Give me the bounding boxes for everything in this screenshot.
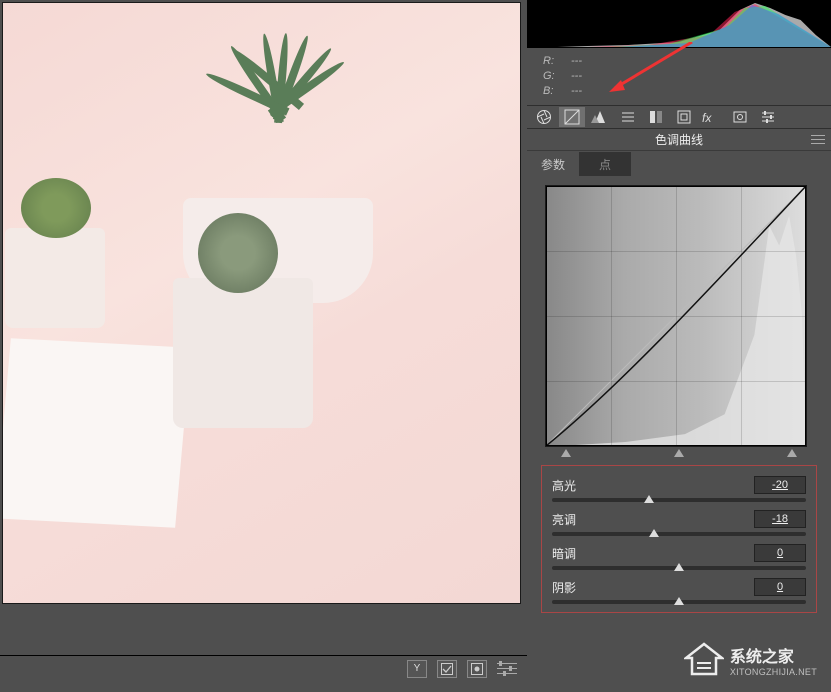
calibration-tab-icon[interactable] <box>727 107 753 127</box>
lights-row: 亮调 -18 <box>552 510 806 536</box>
shadows-row: 阴影 0 <box>552 578 806 604</box>
highlights-row: 高光 -20 <box>552 476 806 502</box>
watermark: 系统之家 XITONGZHIJIA.NET <box>684 642 817 678</box>
panel-icon-bar: fx <box>527 105 831 129</box>
watermark-url: XITONGZHIJIA.NET <box>730 667 817 677</box>
highlights-slider[interactable] <box>552 498 806 502</box>
preview-pane: Y <box>0 0 527 692</box>
color-readout: R:--- G:--- B:--- <box>527 48 831 105</box>
image-preview[interactable] <box>2 2 521 604</box>
panel-title-text: 色调曲线 <box>655 131 703 148</box>
adjustments-icon[interactable] <box>497 660 517 678</box>
presets-tab-icon[interactable] <box>755 107 781 127</box>
highlights-marker[interactable] <box>787 449 797 457</box>
svg-text:fx: fx <box>702 111 712 124</box>
shadows-slider[interactable] <box>552 600 806 604</box>
curve-container <box>527 177 831 461</box>
plant-illustration <box>173 33 373 223</box>
parametric-sliders-panel: 高光 -20 亮调 -18 暗调 0 <box>541 465 817 613</box>
b-readout: B:--- <box>543 84 821 99</box>
mid-marker[interactable] <box>674 449 684 457</box>
highlights-value[interactable]: -20 <box>754 476 806 494</box>
histogram[interactable] <box>527 0 831 48</box>
lens-tab-icon[interactable] <box>671 107 697 127</box>
lights-value[interactable]: -18 <box>754 510 806 528</box>
hsl-tab-icon[interactable] <box>615 107 641 127</box>
highlights-label: 高光 <box>552 477 576 494</box>
preview-bottom-toolbar: Y <box>0 655 527 681</box>
panel-header: 色调曲线 <box>527 129 831 151</box>
lights-label: 亮调 <box>552 511 576 528</box>
curve-subtabs: 参数 点 <box>527 151 831 177</box>
tone-curve-tab-icon[interactable] <box>559 107 585 127</box>
y-axis-button[interactable]: Y <box>407 660 427 678</box>
shadows-marker[interactable] <box>561 449 571 457</box>
adjustments-panel: R:--- G:--- B:--- <box>527 0 831 692</box>
darks-row: 暗调 0 <box>552 544 806 570</box>
parametric-tab[interactable]: 参数 <box>527 152 579 176</box>
watermark-house-icon <box>684 642 724 678</box>
r-readout: R:--- <box>543 54 821 69</box>
darks-slider[interactable] <box>552 566 806 570</box>
curve-region-markers[interactable] <box>545 449 813 457</box>
darks-value[interactable]: 0 <box>754 544 806 562</box>
panel-menu-icon[interactable] <box>811 133 825 145</box>
checkbox-tool-1[interactable] <box>437 660 457 678</box>
shadows-label: 阴影 <box>552 579 576 596</box>
detail-tab-icon[interactable] <box>587 107 613 127</box>
aperture-tab-icon[interactable] <box>531 107 557 127</box>
point-tab[interactable]: 点 <box>579 152 631 176</box>
checkbox-tool-2[interactable] <box>467 660 487 678</box>
split-tone-tab-icon[interactable] <box>643 107 669 127</box>
g-readout: G:--- <box>543 69 821 84</box>
shadows-value[interactable]: 0 <box>754 578 806 596</box>
darks-label: 暗调 <box>552 545 576 562</box>
lights-slider[interactable] <box>552 532 806 536</box>
watermark-title: 系统之家 <box>730 643 817 667</box>
fx-tab-icon[interactable]: fx <box>699 107 725 127</box>
tone-curve-chart[interactable] <box>545 185 807 447</box>
